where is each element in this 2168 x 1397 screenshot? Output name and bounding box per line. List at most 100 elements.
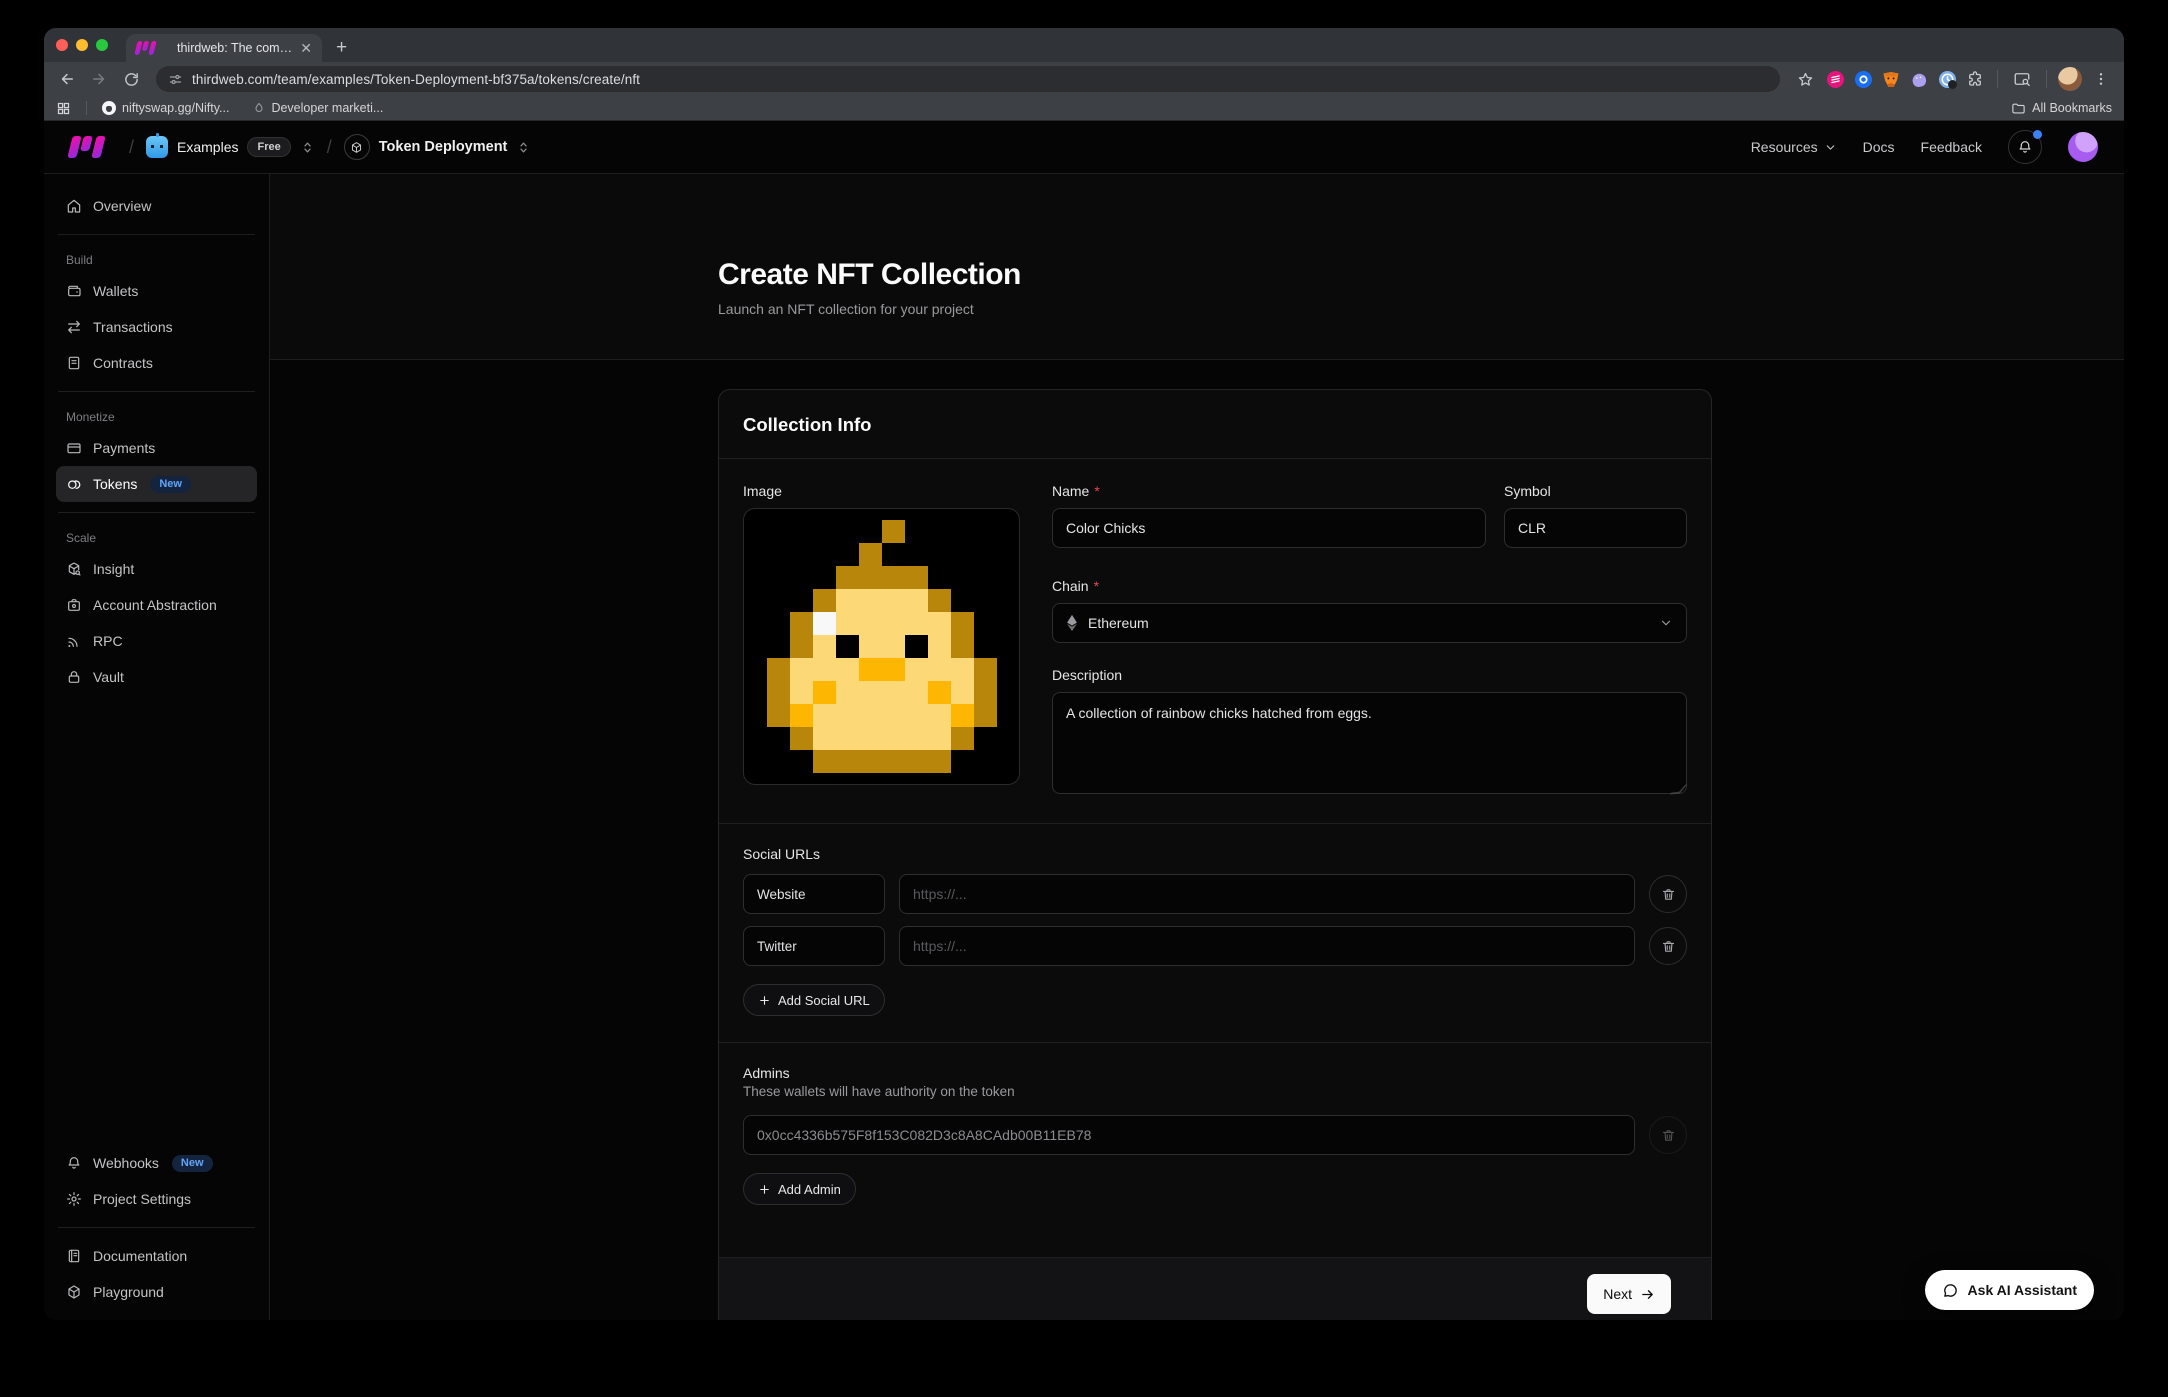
sidebar-item-label: Contracts <box>93 355 153 371</box>
zoom-window-button[interactable] <box>96 39 108 51</box>
bell-icon <box>2017 139 2033 155</box>
url-bar[interactable]: thirdweb.com/team/examples/Token-Deploym… <box>156 66 1780 92</box>
social-url-input[interactable] <box>899 926 1635 966</box>
back-icon[interactable] <box>54 66 80 92</box>
description-textarea[interactable]: A collection of rainbow chicks hatched f… <box>1052 692 1687 794</box>
sidebar-item-wallets[interactable]: Wallets <box>56 273 257 309</box>
team-avatar <box>146 136 168 158</box>
tab-search-icon[interactable] <box>2009 66 2035 92</box>
plus-icon <box>758 1183 771 1196</box>
sidebar-item-insight[interactable]: Insight <box>56 551 257 587</box>
admin-address-input[interactable] <box>743 1115 1635 1155</box>
sidebar-item-label: Webhooks <box>93 1155 159 1171</box>
sidebar-item-label: Payments <box>93 440 155 456</box>
image-field: Image <box>743 483 1020 799</box>
sidebar-item-account-abstraction[interactable]: Account Abstraction <box>56 587 257 623</box>
social-platform-input[interactable] <box>743 926 885 966</box>
next-button[interactable]: Next <box>1587 1274 1671 1314</box>
apps-grid-icon[interactable] <box>56 101 71 116</box>
toolbar-divider <box>1997 70 1998 88</box>
image-label: Image <box>743 483 1020 499</box>
extension-blue-dot-icon[interactable] <box>1852 68 1874 90</box>
metamask-icon[interactable] <box>1880 68 1902 90</box>
name-input[interactable] <box>1052 508 1486 548</box>
delete-social-url-button[interactable] <box>1649 875 1687 913</box>
collection-fields-section: Image Name * <box>719 459 1711 823</box>
required-asterisk: * <box>1094 483 1099 499</box>
minimize-window-button[interactable] <box>76 39 88 51</box>
extension-pink-icon[interactable] <box>1824 68 1846 90</box>
social-platform-input[interactable] <box>743 874 885 914</box>
project-selector[interactable]: Token Deployment <box>344 134 532 160</box>
add-admin-button[interactable]: Add Admin <box>743 1173 856 1205</box>
feedback-link[interactable]: Feedback <box>1921 139 1982 155</box>
sidebar-item-rpc[interactable]: RPC <box>56 623 257 659</box>
browser-window: thirdweb: The complete web3 ✕ + thirdweb… <box>44 28 2124 1320</box>
arrows-left-right-icon <box>66 319 82 335</box>
bookmark-favicon-icon <box>253 102 265 114</box>
docs-link[interactable]: Docs <box>1863 139 1895 155</box>
sidebar-item-payments[interactable]: Payments <box>56 430 257 466</box>
sidebar-item-playground[interactable]: Playground <box>56 1274 257 1310</box>
notifications-button[interactable] <box>2008 130 2042 164</box>
sidebar-section-label: Scale <box>66 531 247 545</box>
sidebar-item-label: Documentation <box>93 1248 187 1264</box>
sidebar-item-webhooks[interactable]: Webhooks New <box>56 1145 257 1181</box>
description-label: Description <box>1052 667 1122 683</box>
extensions-puzzle-icon[interactable] <box>1964 68 1986 90</box>
wallet-icon <box>66 283 82 299</box>
sidebar-divider <box>58 512 255 513</box>
sidebar-item-tokens[interactable]: Tokens New <box>56 466 257 502</box>
delete-admin-button[interactable] <box>1649 1116 1687 1154</box>
account-avatar[interactable] <box>2068 132 2098 162</box>
reload-icon[interactable] <box>118 66 144 92</box>
sidebar-item-project-settings[interactable]: Project Settings <box>56 1181 257 1217</box>
thirdweb-logo[interactable] <box>70 136 103 158</box>
name-label: Name <box>1052 483 1089 499</box>
chain-value: Ethereum <box>1088 615 1149 631</box>
social-url-input[interactable] <box>899 874 1635 914</box>
project-cube-icon <box>344 134 370 160</box>
trash-icon <box>1661 939 1676 954</box>
chevrons-up-down-icon[interactable] <box>300 140 315 155</box>
breadcrumb-slash: / <box>327 137 332 158</box>
sidebar-item-vault[interactable]: Vault <box>56 659 257 695</box>
browser-tab[interactable]: thirdweb: The complete web3 ✕ <box>126 34 322 62</box>
ethereum-icon <box>1066 614 1078 632</box>
bookmark-item[interactable]: niftyswap.gg/Nifty... <box>102 101 229 115</box>
delete-social-url-button[interactable] <box>1649 927 1687 965</box>
sidebar-item-transactions[interactable]: Transactions <box>56 309 257 345</box>
symbol-input[interactable] <box>1504 508 1687 548</box>
breadcrumb-slash: / <box>129 137 134 158</box>
browser-profile-avatar[interactable] <box>2058 67 2082 91</box>
collection-image-upload[interactable] <box>743 508 1020 785</box>
bookmark-star-icon[interactable] <box>1792 66 1818 92</box>
forward-icon[interactable] <box>86 66 112 92</box>
tab-strip: thirdweb: The complete web3 ✕ + <box>44 28 2124 62</box>
tab-close-icon[interactable]: ✕ <box>300 41 312 55</box>
required-asterisk: * <box>1094 578 1099 594</box>
extension-clock-icon[interactable] <box>1936 68 1958 90</box>
bookmark-item[interactable]: Developer marketi... <box>253 101 383 115</box>
new-tab-button[interactable]: + <box>336 34 347 62</box>
browser-menu-icon[interactable] <box>2088 66 2114 92</box>
team-selector[interactable]: Examples Free <box>146 136 315 158</box>
ask-ai-assistant-button[interactable]: Ask AI Assistant <box>1925 1270 2094 1310</box>
chain-select[interactable]: Ethereum <box>1052 603 1687 643</box>
chevrons-up-down-icon[interactable] <box>516 140 531 155</box>
bookmarks-divider <box>86 101 87 115</box>
sidebar-item-label: Tokens <box>93 476 137 492</box>
sidebar-item-documentation[interactable]: Documentation <box>56 1238 257 1274</box>
sidebar-item-contracts[interactable]: Contracts <box>56 345 257 381</box>
close-window-button[interactable] <box>56 39 68 51</box>
resources-menu[interactable]: Resources <box>1751 139 1837 155</box>
all-bookmarks-button[interactable]: All Bookmarks <box>2011 101 2112 116</box>
sidebar-item-overview[interactable]: Overview <box>56 188 257 224</box>
add-social-url-button[interactable]: Add Social URL <box>743 984 885 1016</box>
folder-icon <box>2011 101 2026 116</box>
chevron-down-icon <box>1824 141 1837 154</box>
thirdweb-favicon <box>136 41 155 55</box>
sidebar: Overview Build Wallets Trans <box>44 174 270 1320</box>
site-settings-icon[interactable] <box>168 72 183 87</box>
phantom-icon[interactable] <box>1908 68 1930 90</box>
